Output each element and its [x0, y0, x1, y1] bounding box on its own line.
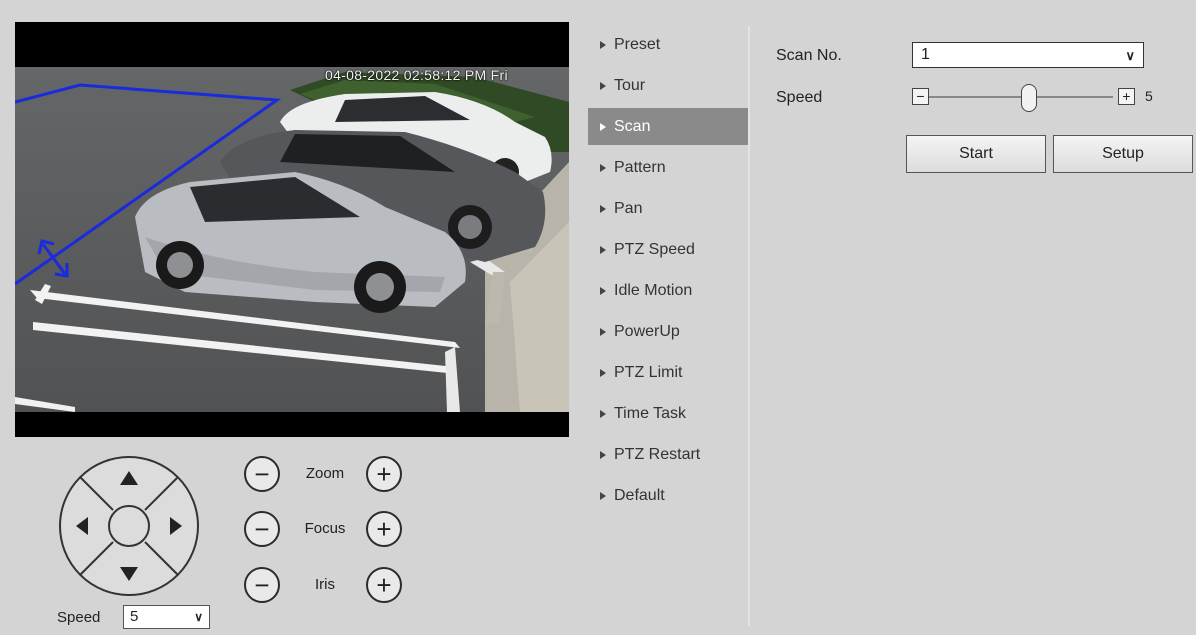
menu-item-ptz-limit[interactable]: PTZ Limit — [588, 354, 748, 391]
setup-button[interactable]: Setup — [1053, 135, 1193, 173]
menu-item-pan[interactable]: Pan — [588, 190, 748, 227]
ptz-speed-select[interactable]: 5 ∨ — [123, 605, 210, 629]
chevron-down-icon: ∨ — [194, 610, 203, 624]
iris-label: Iris — [315, 576, 335, 593]
ptz-speed-label: Speed — [57, 609, 101, 626]
menu-item-label: PowerUp — [614, 323, 680, 340]
ptz-function-menu: Preset Tour Scan Pattern Pan PTZ Speed Idle Mo… — [588, 26, 748, 518]
menu-item-pattern[interactable]: Pattern — [588, 149, 748, 186]
triangle-right-icon — [600, 492, 606, 500]
menu-item-label: Scan — [614, 118, 651, 135]
triangle-right-icon — [600, 451, 606, 459]
camera-scene-image — [15, 22, 569, 437]
focus-label: Focus — [304, 520, 346, 537]
menu-item-label: PTZ Speed — [614, 241, 695, 258]
focus-control: − Focus + — [244, 511, 412, 551]
triangle-right-icon — [600, 205, 606, 213]
menu-item-idle-motion[interactable]: Idle Motion — [588, 272, 748, 309]
ptz-direction-pad[interactable] — [58, 455, 200, 597]
scan-no-select[interactable]: 1 ∨ — [912, 42, 1144, 68]
speed-decrease-button[interactable]: − — [912, 88, 929, 105]
iris-minus-button[interactable]: − — [244, 567, 280, 603]
zoom-in-button[interactable]: + — [366, 456, 402, 492]
scan-no-label: Scan No. — [776, 47, 842, 64]
menu-item-powerup[interactable]: PowerUp — [588, 313, 748, 350]
menu-item-label: Idle Motion — [614, 282, 693, 299]
menu-item-label: Pan — [614, 200, 643, 217]
focus-minus-button[interactable]: − — [244, 511, 280, 547]
triangle-right-icon — [600, 41, 606, 49]
menu-item-label: Default — [614, 487, 665, 504]
scan-speed-label: Speed — [776, 89, 823, 106]
triangle-right-icon — [600, 369, 606, 377]
speed-increase-button[interactable]: + — [1118, 88, 1135, 105]
ptz-center-button[interactable] — [108, 505, 150, 547]
speed-slider-handle[interactable] — [1021, 84, 1037, 112]
chevron-down-icon: ∨ — [1125, 48, 1135, 63]
menu-item-ptz-speed[interactable]: PTZ Speed — [588, 231, 748, 268]
triangle-right-icon — [600, 246, 606, 254]
menu-item-preset[interactable]: Preset — [588, 26, 748, 63]
menu-item-label: Time Task — [614, 405, 687, 422]
menu-item-label: PTZ Restart — [614, 446, 701, 463]
triangle-right-icon — [600, 287, 606, 295]
menu-item-label: PTZ Limit — [614, 364, 683, 381]
video-timestamp: 04-08-2022 02:58:12 PM Fri — [325, 67, 508, 83]
menu-divider — [748, 26, 750, 626]
iris-control: − Iris + — [244, 567, 412, 607]
triangle-right-icon — [600, 328, 606, 336]
menu-item-label: Tour — [614, 77, 646, 94]
triangle-right-icon — [600, 82, 606, 90]
menu-item-label: Pattern — [614, 159, 666, 176]
triangle-right-icon — [600, 123, 606, 131]
menu-item-time-task[interactable]: Time Task — [588, 395, 748, 432]
menu-item-ptz-restart[interactable]: PTZ Restart — [588, 436, 748, 473]
menu-item-default[interactable]: Default — [588, 477, 748, 514]
ptz-speed-value: 5 — [130, 608, 139, 625]
scan-no-value: 1 — [921, 46, 930, 63]
zoom-control: − Zoom + — [244, 456, 412, 496]
video-preview[interactable]: 04-08-2022 02:58:12 PM Fri — [15, 22, 569, 437]
menu-item-label: Preset — [614, 36, 661, 53]
zoom-out-button[interactable]: − — [244, 456, 280, 492]
speed-slider-value: 5 — [1145, 88, 1153, 104]
zoom-label: Zoom — [305, 465, 345, 482]
menu-item-scan[interactable]: Scan — [588, 108, 748, 145]
triangle-right-icon — [600, 410, 606, 418]
iris-plus-button[interactable]: + — [366, 567, 402, 603]
start-button[interactable]: Start — [906, 135, 1046, 173]
triangle-right-icon — [600, 164, 606, 172]
menu-item-tour[interactable]: Tour — [588, 67, 748, 104]
focus-plus-button[interactable]: + — [366, 511, 402, 547]
